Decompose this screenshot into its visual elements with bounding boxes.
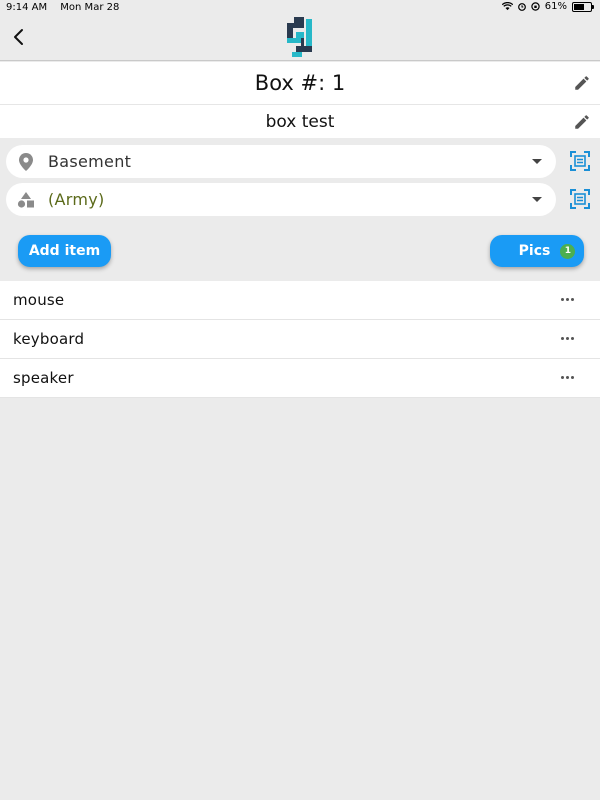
item-name: mouse — [13, 291, 65, 309]
alarm-icon — [517, 3, 526, 11]
orientation-lock-icon — [531, 2, 540, 11]
caret-down-icon — [532, 196, 542, 202]
status-left: 9:14 AM Mon Mar 28 — [6, 2, 129, 13]
more-options-icon[interactable] — [559, 292, 575, 306]
add-item-button[interactable]: Add item — [18, 235, 111, 267]
app-header — [0, 16, 600, 61]
pics-count-badge: 1 — [560, 243, 576, 259]
box-name-row: box test — [0, 105, 600, 138]
status-date: Mon Mar 28 — [60, 2, 120, 13]
chevron-left-icon — [14, 29, 23, 45]
list-item[interactable]: mouse — [0, 281, 600, 320]
pics-label: Pics — [518, 243, 551, 259]
shapes-icon — [14, 188, 38, 212]
item-name: speaker — [13, 369, 74, 387]
location-select[interactable]: Basement — [6, 145, 556, 178]
box-title: Box #: 1 — [254, 71, 346, 95]
location-scan-icon[interactable] — [570, 151, 590, 171]
more-options-icon[interactable] — [559, 331, 575, 345]
category-value: (Army) — [48, 190, 105, 209]
status-time: 9:14 AM — [6, 2, 48, 13]
edit-title-pencil-icon[interactable] — [573, 74, 591, 92]
category-scan-icon[interactable] — [570, 189, 590, 209]
box-name: box test — [265, 111, 335, 132]
location-pin-icon — [14, 150, 38, 174]
status-bar: 9:14 AM Mon Mar 28 61% — [0, 0, 600, 16]
item-list: mouse keyboard speaker — [0, 281, 600, 398]
edit-name-pencil-icon[interactable] — [573, 113, 591, 131]
box-title-row: Box #: 1 — [0, 62, 600, 105]
add-item-label: Add item — [28, 243, 101, 259]
back-button[interactable] — [6, 24, 32, 50]
caret-down-icon — [532, 158, 542, 164]
list-item[interactable]: keyboard — [0, 320, 600, 359]
app-logo-icon — [287, 17, 312, 57]
item-name: keyboard — [13, 330, 85, 348]
list-item[interactable]: speaker — [0, 359, 600, 398]
location-value: Basement — [48, 152, 132, 171]
more-options-icon[interactable] — [559, 370, 575, 384]
pics-button[interactable]: Pics 1 — [490, 235, 584, 267]
wifi-icon — [501, 2, 513, 11]
battery-icon — [572, 1, 594, 12]
category-select[interactable]: (Army) — [6, 183, 556, 216]
status-right: 61% — [501, 1, 594, 12]
battery-percent: 61% — [544, 1, 567, 12]
